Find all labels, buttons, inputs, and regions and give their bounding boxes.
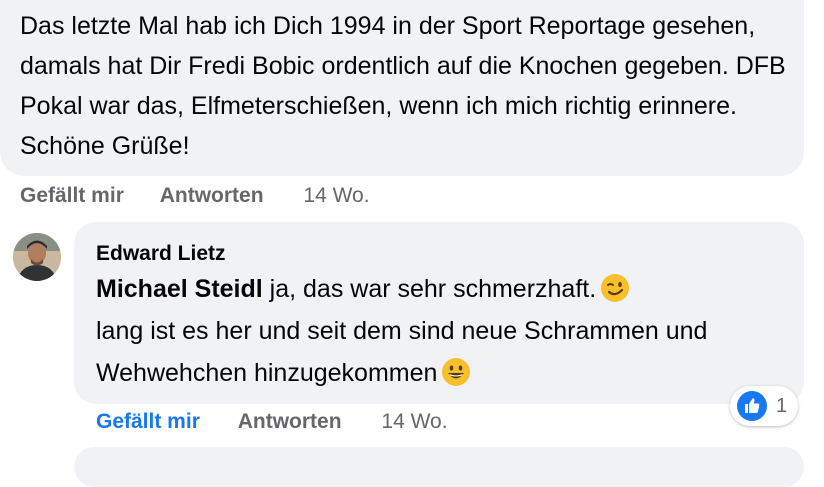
thumbs-up-icon — [737, 391, 767, 421]
reply-text-part1: ja, das war sehr schmerzhaft. — [262, 275, 597, 303]
reaction-count: 1 — [776, 394, 788, 417]
reply-timestamp[interactable]: 14 Wo. — [381, 410, 447, 434]
reply-author[interactable]: Edward Lietz — [96, 242, 226, 266]
like-button[interactable]: Gefällt mir — [96, 410, 200, 434]
avatar-image — [13, 233, 61, 281]
reply-button[interactable]: Antworten — [160, 184, 264, 208]
grinning-face-emoji-icon — [442, 358, 471, 386]
mention-link[interactable]: Michael Steidl — [96, 275, 263, 303]
avatar[interactable] — [13, 233, 61, 281]
comment-text: Das letzte Mal hab ich Dich 1994 in der … — [20, 12, 786, 160]
comment-timestamp[interactable]: 14 Wo. — [303, 184, 369, 208]
reply-text: Michael Steidl ja, das war sehr schmerzh… — [96, 268, 796, 394]
winking-face-emoji-icon — [601, 274, 630, 302]
comment-bubble: Das letzte Mal hab ich Dich 1994 in der … — [0, 0, 804, 176]
reply-text-part2: lang ist es her und seit dem sind neue S… — [96, 317, 708, 387]
reaction-summary[interactable]: 1 — [730, 386, 798, 426]
next-comment-bubble — [74, 447, 804, 487]
like-button[interactable]: Gefällt mir — [20, 184, 124, 208]
comment-actions: Gefällt mir Antworten 14 Wo. — [20, 184, 370, 208]
reply-button[interactable]: Antworten — [238, 410, 342, 434]
reply-actions: Gefällt mir Antworten 14 Wo. — [96, 410, 448, 434]
